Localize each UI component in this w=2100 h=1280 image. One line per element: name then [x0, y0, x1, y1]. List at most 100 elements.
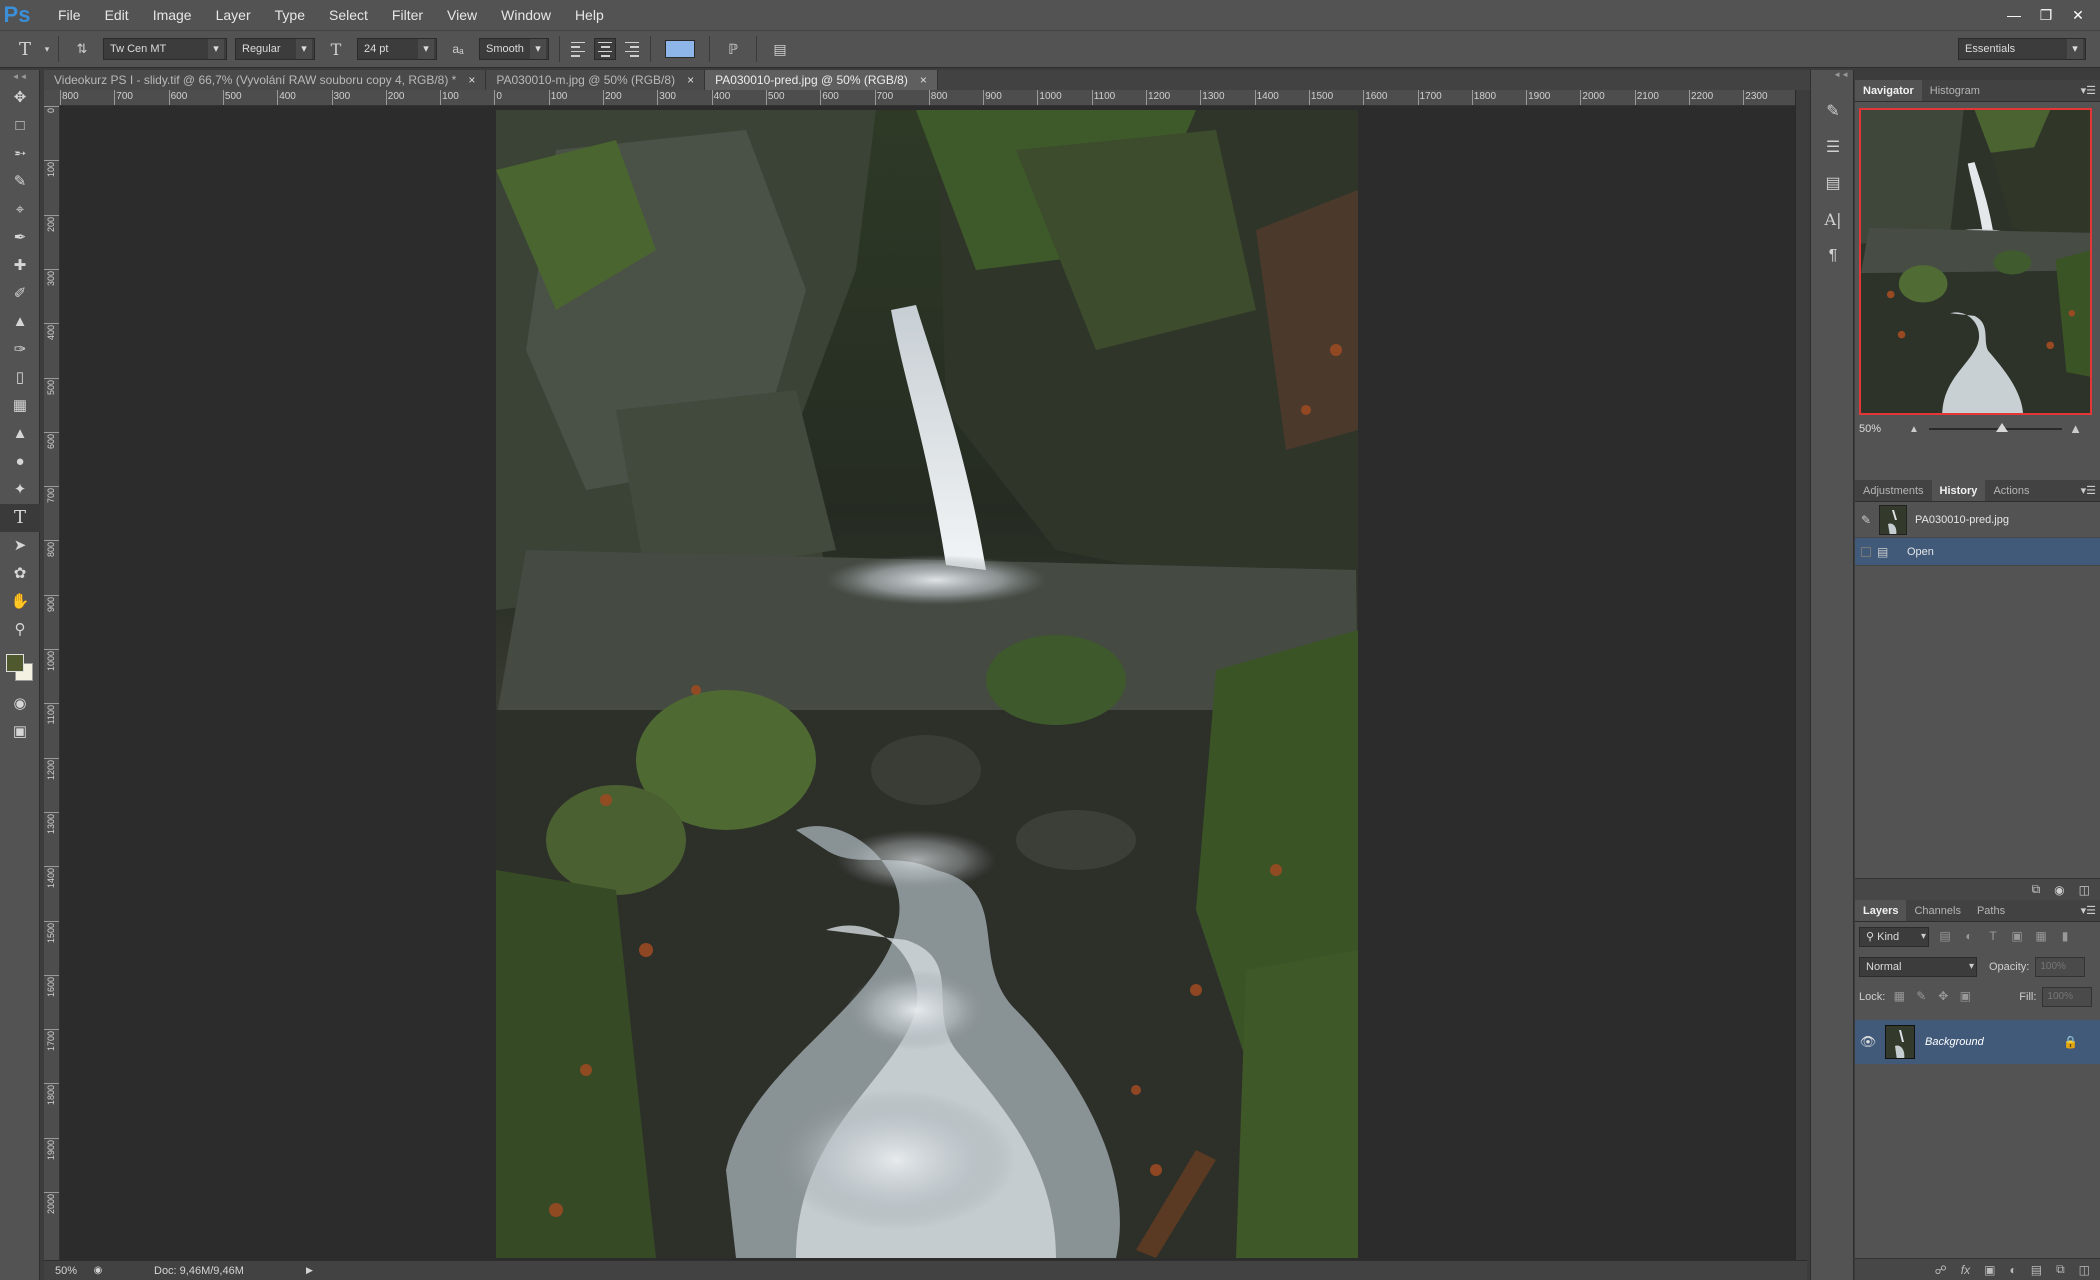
tab-adjustments[interactable]: Adjustments: [1855, 480, 1932, 501]
doc-tab-pa030010-m[interactable]: PA030010-m.jpg @ 50% (RGB/8) ×: [486, 70, 706, 90]
eyedropper-tool-icon[interactable]: ✒: [0, 224, 40, 252]
layer-style-icon[interactable]: fx: [1961, 1263, 1970, 1277]
close-icon[interactable]: ×: [468, 70, 475, 90]
align-right-button[interactable]: [620, 38, 642, 60]
crop-tool-icon[interactable]: ⌖: [0, 196, 40, 224]
close-icon[interactable]: ×: [687, 70, 694, 90]
hand-tool-icon[interactable]: ✋: [0, 588, 40, 616]
history-step[interactable]: ▤ Open: [1855, 538, 2100, 566]
tab-history[interactable]: History: [1931, 480, 1986, 501]
tab-navigator[interactable]: Navigator: [1855, 80, 1922, 101]
warp-text-icon[interactable]: ℙ: [722, 41, 744, 58]
align-left-button[interactable]: [568, 38, 590, 60]
text-orientation-icon[interactable]: ⇅: [71, 41, 93, 57]
brush-presets-icon[interactable]: ✎: [1811, 94, 1855, 130]
restore-button[interactable]: ❐: [2034, 5, 2058, 25]
type-filter-icon[interactable]: T: [1985, 929, 2001, 945]
close-icon[interactable]: ×: [920, 70, 927, 90]
type-tool-icon[interactable]: T: [0, 504, 40, 532]
trash-icon[interactable]: ◫: [2079, 883, 2090, 897]
blend-mode-dropdown[interactable]: Normal: [1859, 957, 1977, 977]
zoom-level[interactable]: 50%: [44, 1265, 88, 1277]
menu-edit[interactable]: Edit: [93, 0, 141, 30]
chevron-down-icon[interactable]: ▾: [42, 44, 52, 55]
tab-channels[interactable]: Channels: [1906, 900, 1968, 921]
tab-actions[interactable]: Actions: [1985, 480, 2037, 501]
trash-icon[interactable]: ◫: [2079, 1263, 2090, 1277]
menu-filter[interactable]: Filter: [380, 0, 435, 30]
adjustment-layer-icon[interactable]: ◐: [2009, 1263, 2016, 1277]
zoom-tool-icon[interactable]: ⚲: [0, 616, 40, 644]
navigator-zoom-slider[interactable]: ▲ ▲: [1909, 420, 2082, 438]
lock-position-icon[interactable]: ✥: [1935, 989, 1951, 1005]
play-icon[interactable]: ▶: [306, 1265, 313, 1276]
panel-menu-icon[interactable]: ▾☰: [2081, 900, 2096, 922]
lock-transparency-icon[interactable]: ▦: [1891, 989, 1907, 1005]
marquee-tool-icon[interactable]: □: [0, 112, 40, 140]
menu-view[interactable]: View: [435, 0, 489, 30]
opacity-field[interactable]: 100%: [2035, 957, 2086, 977]
menu-window[interactable]: Window: [489, 0, 563, 30]
navigator-preview[interactable]: [1859, 108, 2092, 415]
font-size-dropdown[interactable]: 24 pt: [357, 38, 437, 60]
fill-field[interactable]: 100%: [2042, 987, 2093, 1007]
collapse-icon[interactable]: ◄◄: [1811, 70, 1853, 80]
status-info-icon[interactable]: ◉: [88, 1265, 108, 1276]
font-style-dropdown[interactable]: Regular: [235, 38, 315, 60]
new-document-from-state-icon[interactable]: ⧉: [2032, 882, 2041, 897]
workspace-dropdown[interactable]: Essentials: [1958, 38, 2086, 60]
brush-panel-icon[interactable]: ☰: [1811, 130, 1855, 166]
shape-filter-icon[interactable]: ▣: [2009, 929, 2025, 945]
history-snapshot[interactable]: ✎ PA030010-pred.jpg: [1855, 502, 2100, 538]
image-filter-icon[interactable]: ▤: [1937, 929, 1953, 945]
lock-pixels-icon[interactable]: ✎: [1913, 989, 1929, 1005]
lock-all-icon[interactable]: ▣: [1957, 989, 1973, 1005]
eraser-tool-icon[interactable]: ▯: [0, 364, 40, 392]
gradient-tool-icon[interactable]: ▦: [0, 392, 40, 420]
doc-tab-pa030010-pred[interactable]: PA030010-pred.jpg @ 50% (RGB/8) ×: [705, 70, 938, 90]
minimize-button[interactable]: —: [2002, 5, 2026, 25]
tab-histogram[interactable]: Histogram: [1922, 80, 1988, 101]
new-snapshot-icon[interactable]: ◉: [2054, 883, 2064, 897]
zoom-slider-handle[interactable]: [1996, 423, 2009, 432]
type-tool-preset-icon[interactable]: T: [14, 39, 36, 60]
quick-mask-icon[interactable]: ◉: [0, 690, 40, 718]
adjustment-filter-icon[interactable]: ◐: [1961, 929, 1977, 945]
panel-menu-icon[interactable]: ▾☰: [2081, 480, 2096, 502]
quick-selection-tool-icon[interactable]: ✎: [0, 168, 40, 196]
lasso-tool-icon[interactable]: ➵: [0, 140, 40, 168]
document-image[interactable]: [496, 110, 1358, 1258]
layer-row[interactable]: 👁 Background 🔒: [1855, 1020, 2100, 1064]
dodge-tool-icon[interactable]: ●: [0, 448, 40, 476]
path-selection-tool-icon[interactable]: ➤: [0, 532, 40, 560]
layer-name[interactable]: Background: [1925, 1036, 1984, 1048]
align-center-button[interactable]: [594, 38, 616, 60]
filter-toggle-icon[interactable]: ▮: [2057, 929, 2073, 945]
character-icon[interactable]: A|: [1811, 202, 1855, 238]
doc-tab-videokurz[interactable]: Videokurz PS I - slidy.tif @ 66,7% (Vyvo…: [44, 70, 487, 90]
text-color-swatch[interactable]: [665, 40, 695, 58]
clone-source-icon[interactable]: ▤: [1811, 166, 1855, 202]
font-family-dropdown[interactable]: Tw Cen MT: [103, 38, 227, 60]
menu-image[interactable]: Image: [141, 0, 204, 30]
brush-tool-icon[interactable]: ✐: [0, 280, 40, 308]
shape-tool-icon[interactable]: ✿: [0, 560, 40, 588]
visibility-eye-icon[interactable]: 👁: [1855, 1034, 1881, 1050]
healing-brush-tool-icon[interactable]: ✚: [0, 252, 40, 280]
ruler-vertical[interactable]: 0 100 200 300 400 500 600 700 800 900 1000 1100 1200…: [44, 106, 60, 1260]
paragraph-icon[interactable]: ¶: [1811, 238, 1855, 274]
history-brush-tool-icon[interactable]: ✑: [0, 336, 40, 364]
close-button[interactable]: ✕: [2066, 5, 2090, 25]
foreground-color-swatch[interactable]: [6, 654, 24, 672]
menu-layer[interactable]: Layer: [204, 0, 263, 30]
vertical-scrollbar[interactable]: [1795, 90, 1807, 1260]
move-tool-icon[interactable]: ✥: [0, 84, 40, 112]
zoom-out-icon[interactable]: ▲: [1909, 424, 1919, 435]
screen-mode-icon[interactable]: ▣: [0, 718, 40, 746]
new-group-icon[interactable]: ▤: [2031, 1263, 2042, 1277]
link-layers-icon[interactable]: ☍: [1935, 1263, 1947, 1277]
collapse-icon[interactable]: ◄◄: [0, 70, 39, 84]
antialias-dropdown[interactable]: Smooth: [479, 38, 549, 60]
zoom-in-icon[interactable]: ▲: [2069, 421, 2082, 436]
pen-tool-icon[interactable]: ✦: [0, 476, 40, 504]
